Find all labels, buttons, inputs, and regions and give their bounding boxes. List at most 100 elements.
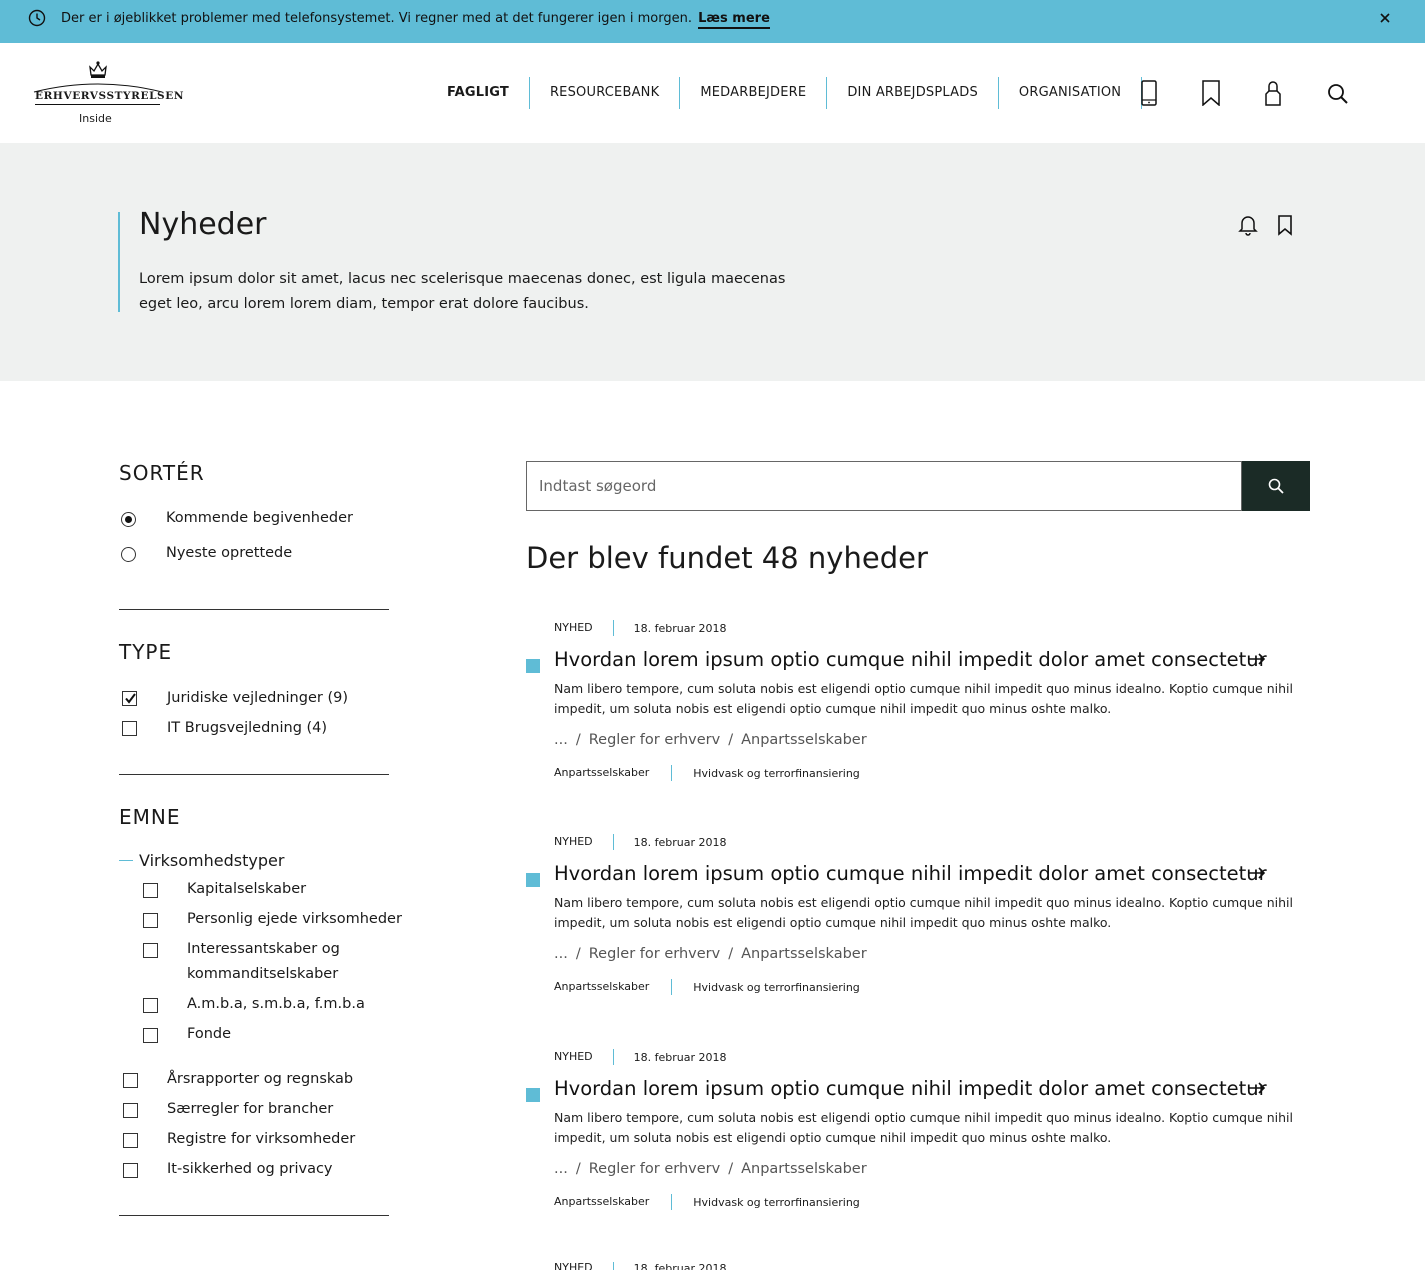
news-type: NYHED xyxy=(554,620,614,636)
news-type: NYHED xyxy=(554,1262,614,1270)
news-item[interactable]: NYHED 18. februar 2018 Hvordan lorem ips… xyxy=(526,620,1310,800)
nav-item-medarbejdere[interactable]: MEDARBEJDERE xyxy=(680,77,828,109)
news-type: NYHED xyxy=(554,834,614,850)
breadcrumb-separator: / xyxy=(728,732,734,748)
type-option-label[interactable]: Juridiske vejledninger (9) xyxy=(167,690,348,706)
emne-checkbox[interactable] xyxy=(123,1073,138,1088)
logo[interactable]: Erhvervsstyrelsen Inside xyxy=(33,60,183,132)
news-title[interactable]: Hvordan lorem ipsum optio cumque nihil i… xyxy=(554,862,1267,885)
nav-item-din-arbejdsplads[interactable]: DIN ARBEJDSPLADS xyxy=(827,77,999,109)
user-icon[interactable] xyxy=(1261,80,1285,106)
emne-sub-option-label[interactable]: Fonde xyxy=(187,1026,231,1042)
sort-radio-upcoming[interactable] xyxy=(121,512,136,527)
emne-option-label[interactable]: It-sikkerhed og privacy xyxy=(167,1161,333,1177)
news-date: 18. februar 2018 xyxy=(633,1050,727,1064)
breadcrumb-separator: / xyxy=(575,946,581,962)
news-date: 18. februar 2018 xyxy=(633,835,727,849)
clock-icon xyxy=(28,9,46,27)
news-description: Nam libero tempore, cum soluta nobis est… xyxy=(554,895,1293,930)
close-icon[interactable] xyxy=(1378,11,1392,25)
bookmark-icon[interactable] xyxy=(1275,214,1295,236)
sort-option-label[interactable]: Kommende begivenheder xyxy=(166,510,353,526)
breadcrumb-item[interactable]: Regler for erhverv xyxy=(589,946,720,962)
alert-read-more-link[interactable]: Læs mere xyxy=(698,11,770,29)
breadcrumb-item[interactable]: Anpartsselskaber xyxy=(741,946,867,962)
search-icon[interactable] xyxy=(1326,81,1350,107)
news-date: 18. februar 2018 xyxy=(633,621,727,635)
news-meta: NYHED 18. februar 2018 xyxy=(554,834,727,850)
bookmark-icon[interactable] xyxy=(1199,80,1223,106)
news-tag[interactable]: Hvidvask og terrorfinansiering xyxy=(672,767,860,780)
news-marker xyxy=(526,1088,540,1102)
breadcrumb-item[interactable]: Anpartsselskaber xyxy=(741,732,867,748)
news-meta: NYHED 18. februar 2018 xyxy=(554,620,727,636)
emne-checkbox[interactable] xyxy=(143,913,158,928)
arrow-right-icon[interactable] xyxy=(1248,866,1266,880)
breadcrumb-item[interactable]: Regler for erhverv xyxy=(589,1161,720,1177)
news-description: Nam libero tempore, cum soluta nobis est… xyxy=(554,1110,1293,1145)
breadcrumb: ... / Regler for erhverv / Anpartsselskaber xyxy=(554,946,867,962)
emne-sub-option-label[interactable]: A.m.b.a, s.m.b.a, f.m.b.a xyxy=(187,996,365,1012)
type-checkbox-juridiske[interactable] xyxy=(122,691,137,706)
arrow-right-icon[interactable] xyxy=(1248,1081,1266,1095)
breadcrumb-item[interactable]: ... xyxy=(554,732,568,748)
type-option-label[interactable]: IT Brugsvejledning (4) xyxy=(167,720,327,736)
alert-text: Der er i øjeblikket problemer med telefo… xyxy=(61,11,692,26)
search-icon xyxy=(1268,478,1284,494)
news-meta: NYHED 18. februar 2018 xyxy=(554,1262,727,1270)
logo-rule xyxy=(35,104,160,105)
emne-option-label[interactable]: Registre for virksomheder xyxy=(167,1131,355,1147)
phone-icon[interactable] xyxy=(1137,80,1161,106)
emne-option-label[interactable]: Særregler for brancher xyxy=(167,1101,333,1117)
emne-checkbox[interactable] xyxy=(123,1103,138,1118)
hero-accent-bar xyxy=(118,212,120,312)
news-tag[interactable]: Anpartsselskaber xyxy=(554,765,673,781)
nav-item-fagligt[interactable]: FAGLIGT xyxy=(427,77,530,109)
news-title[interactable]: Hvordan lorem ipsum optio cumque nihil i… xyxy=(554,1077,1267,1100)
sort-radio-newest[interactable] xyxy=(121,547,136,562)
emne-sub-option-label[interactable]: Personlig ejede virksomheder xyxy=(187,911,402,927)
breadcrumb-item[interactable]: Anpartsselskaber xyxy=(741,1161,867,1177)
news-tag[interactable]: Anpartsselskaber xyxy=(554,979,673,995)
nav-item-organisation[interactable]: ORGANISATION xyxy=(999,77,1143,109)
emne-group-label[interactable]: Virksomhedstyper xyxy=(139,851,284,870)
emne-sub-option-label[interactable]: kommanditselskaber xyxy=(187,966,338,982)
logo-subtitle: Inside xyxy=(79,112,112,125)
news-marker xyxy=(526,659,540,673)
breadcrumb-item[interactable]: ... xyxy=(554,1161,568,1177)
bell-icon[interactable] xyxy=(1238,214,1258,236)
nav-item-resourcebank[interactable]: RESOURCEBANK xyxy=(530,77,681,109)
news-tag[interactable]: Anpartsselskaber xyxy=(554,1194,673,1210)
search-input[interactable] xyxy=(526,461,1242,511)
breadcrumb-separator: / xyxy=(728,946,734,962)
emne-option-label[interactable]: Årsrapporter og regnskab xyxy=(167,1071,353,1087)
news-tag[interactable]: Hvidvask og terrorfinansiering xyxy=(672,981,860,994)
alert-banner: Der er i øjeblikket problemer med telefo… xyxy=(0,0,1425,43)
emne-checkbox[interactable] xyxy=(123,1163,138,1178)
breadcrumb: ... / Regler for erhverv / Anpartsselskaber xyxy=(554,732,867,748)
breadcrumb-item[interactable]: ... xyxy=(554,946,568,962)
emne-sub-option-label[interactable]: Kapitalselskaber xyxy=(187,881,306,897)
type-checkbox-it[interactable] xyxy=(122,721,137,736)
news-item[interactable]: NYHED 18. februar 2018 Hvordan lorem ips… xyxy=(526,834,1310,1014)
news-tags: Anpartsselskaber Hvidvask og terrorfinan… xyxy=(554,765,860,781)
arrow-right-icon[interactable] xyxy=(1248,652,1266,666)
sort-option-label[interactable]: Nyeste oprettede xyxy=(166,545,292,561)
emne-checkbox[interactable] xyxy=(143,883,158,898)
news-date: 18. februar 2018 xyxy=(633,1262,727,1270)
emne-checkbox[interactable] xyxy=(143,1028,158,1043)
result-count: Der blev fundet 48 nyheder xyxy=(526,541,928,575)
search-button[interactable] xyxy=(1242,461,1310,511)
emne-checkbox[interactable] xyxy=(143,998,158,1013)
emne-checkbox[interactable] xyxy=(123,1133,138,1148)
divider xyxy=(119,1215,389,1216)
breadcrumb-item[interactable]: Regler for erhverv xyxy=(589,732,720,748)
news-item[interactable]: NYHED 18. februar 2018 Hvordan lorem ips… xyxy=(526,1049,1310,1229)
collapse-dash-icon[interactable] xyxy=(119,860,133,861)
news-title[interactable]: Hvordan lorem ipsum optio cumque nihil i… xyxy=(554,648,1267,671)
news-tag[interactable]: Hvidvask og terrorfinansiering xyxy=(672,1196,860,1209)
emne-checkbox[interactable] xyxy=(143,943,158,958)
search-bar xyxy=(526,461,1310,511)
emne-sub-option-label[interactable]: Interessantskaber og xyxy=(187,941,340,957)
news-item[interactable]: NYHED 18. februar 2018 xyxy=(526,1262,1310,1270)
